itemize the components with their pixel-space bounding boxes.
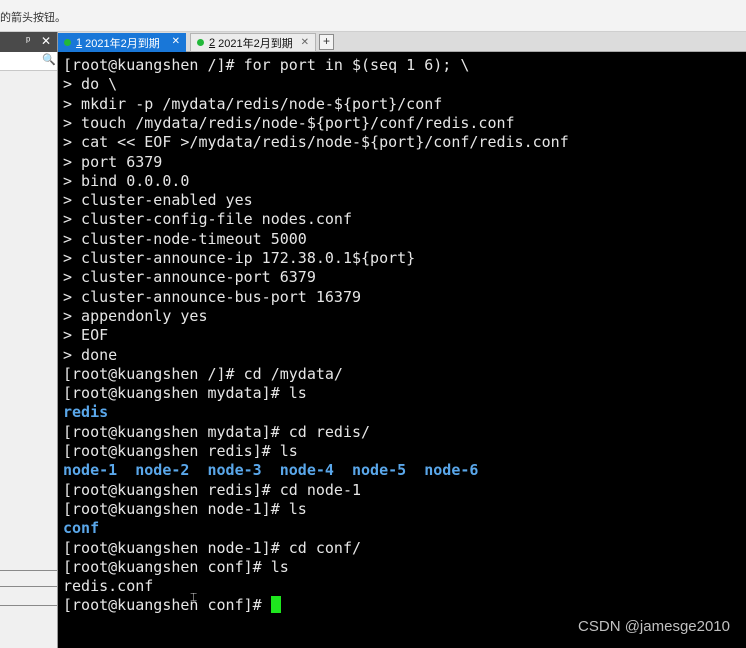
terminal-cursor [270,596,281,614]
terminal-line: conf [63,519,99,538]
terminal-line-text: > cluster-config-file nodes.conf [63,210,352,229]
terminal-line: [root@kuangshen node-1]# cd conf/ [63,539,361,558]
tab-label: 2021年2月到期 [85,37,160,50]
terminal-line-text: > cluster-node-timeout 5000 [63,229,307,248]
toolbar-hint-text: 的箭头按钮。 [0,12,66,24]
terminal-line-text: > cat << EOF >/mydata/redis/node-${port}… [63,133,569,152]
terminal-line: [root@kuangshen mydata]# cd redis/ [63,423,370,442]
tab-session-2[interactable]: 2 2021年2月到期 ✕ [190,33,316,52]
terminal-line-text: > done [63,345,118,364]
tab-number: 2 [209,36,216,49]
terminal-output[interactable]: [root@kuangshen conf]# redis.conf [root@k… [58,52,746,648]
terminal-line-text: > cluster-enabled yes [63,191,253,210]
terminal-line: [root@kuangshen conf]# ls [63,558,289,577]
tab-session-1[interactable]: 1 2021年2月到期 ✕ [58,33,186,52]
terminal-line: [root@kuangshen /]# for port in $(seq 1 … [63,56,469,75]
terminal-line: [root@kuangshen mydata]# ls [63,384,307,403]
terminal-line: [root@kuangshen conf]# [63,596,281,615]
panel-divider [0,570,57,571]
terminal-line-text: > mkdir -p /mydata/redis/node-${port}/co… [63,94,443,113]
terminal-line-text: [root@kuangshen /]# for port in $(seq 1 … [63,56,470,74]
terminal-line-text: > cluster-announce-port 6379 [63,268,316,287]
terminal-line-text: > touch /mydata/redis/node-${port}/conf/… [63,113,515,132]
watermark: CSDN @jamesge2010 [578,618,730,635]
terminal-line-text: [root@kuangshen /]# cd /mydata/ [63,364,343,383]
terminal-line: > cluster-announce-port 6379 [63,268,316,287]
search-icon[interactable]: 🔍 [42,53,56,66]
terminal-line: > EOF [63,326,108,345]
terminal-line: [root@kuangshen redis]# cd node-1 [63,481,361,500]
session-manager-panel: ᵖ ✕ 🔍 [0,32,58,648]
directory-listing: node-1 node-2 node-3 node-4 node-5 node-… [63,461,479,480]
session-tab-strip: 1 2021年2月到期 ✕ 2 2021年2月到期 ✕ + [58,32,746,52]
terminal-line-text: [root@kuangshen node-1]# cd conf/ [63,538,362,557]
terminal-line-text: [root@kuangshen node-1]# ls [63,499,307,518]
terminal-line-text: > cluster-announce-bus-port 16379 [63,287,362,306]
tab-close-icon[interactable]: ✕ [172,36,180,47]
new-tab-button[interactable]: + [319,34,334,50]
terminal-line: > port 6379 [63,153,162,172]
terminal-line-text: [root@kuangshen conf]# [63,596,271,615]
panel-divider [0,586,57,587]
panel-search-input[interactable]: 🔍 [0,52,57,71]
terminal-line: > cluster-enabled yes [63,191,253,210]
terminal-line: [root@kuangshen node-1]# ls [63,500,307,519]
terminal-line: [root@kuangshen redis]# ls [63,442,298,461]
terminal-line-text: > EOF [63,326,109,345]
terminal-line: > touch /mydata/redis/node-${port}/conf/… [63,114,515,133]
tab-label: 2021年2月到期 [218,37,293,50]
terminal-line-text: > appendonly yes [63,306,208,325]
terminal-line: redis.conf [63,577,153,596]
terminal-line-text: > do \ [63,75,118,94]
terminal-line: > cat << EOF >/mydata/redis/node-${port}… [63,133,569,152]
terminal-line-text: [root@kuangshen mydata]# cd redis/ [63,422,371,441]
terminal-line-text: > cluster-announce-ip 172.38.0.1${port} [63,249,416,267]
connected-status-icon [64,39,71,46]
tab-number: 1 [76,36,83,49]
terminal-line: > cluster-node-timeout 5000 [63,230,307,249]
tab-close-icon[interactable]: ✕ [301,37,309,48]
terminal-line-text: [root@kuangshen redis]# cd node-1 [63,480,362,499]
terminal-line: > appendonly yes [63,307,208,326]
terminal-line: > do \ [63,75,117,94]
top-toolbar: 的箭头按钮。 [0,0,746,32]
terminal-line: > cluster-announce-ip 172.38.0.1${port} [63,249,415,268]
panel-header: ᵖ ✕ [0,32,57,52]
terminal-line: > cluster-config-file nodes.conf [63,210,352,229]
terminal-line-text: [root@kuangshen mydata]# ls [63,384,307,403]
panel-close-icon[interactable]: ✕ [41,34,51,48]
pin-icon[interactable]: ᵖ [26,35,30,47]
terminal-line-text: > bind 0.0.0.0 [63,171,190,190]
terminal-line: > bind 0.0.0.0 [63,172,189,191]
directory-listing: conf [63,519,100,538]
terminal-line-text: > port 6379 [63,152,163,171]
terminal-line: > cluster-announce-bus-port 16379 [63,288,361,307]
terminal-line: > done [63,346,117,365]
panel-divider [0,605,57,606]
terminal-line-text: [root@kuangshen redis]# ls [63,442,298,460]
terminal-line-text: [root@kuangshen conf]# ls [63,557,289,576]
terminal-line: [root@kuangshen /]# cd /mydata/ [63,365,343,384]
terminal-line: redis [63,403,108,422]
mouse-ibeam-cursor-icon: ⌶ [190,590,198,604]
terminal-line: > mkdir -p /mydata/redis/node-${port}/co… [63,95,442,114]
terminal-line: node-1 node-2 node-3 node-4 node-5 node-… [63,461,478,480]
connected-status-icon [197,39,204,46]
terminal-line-text: redis.conf [63,577,154,596]
directory-listing: redis [63,403,109,422]
